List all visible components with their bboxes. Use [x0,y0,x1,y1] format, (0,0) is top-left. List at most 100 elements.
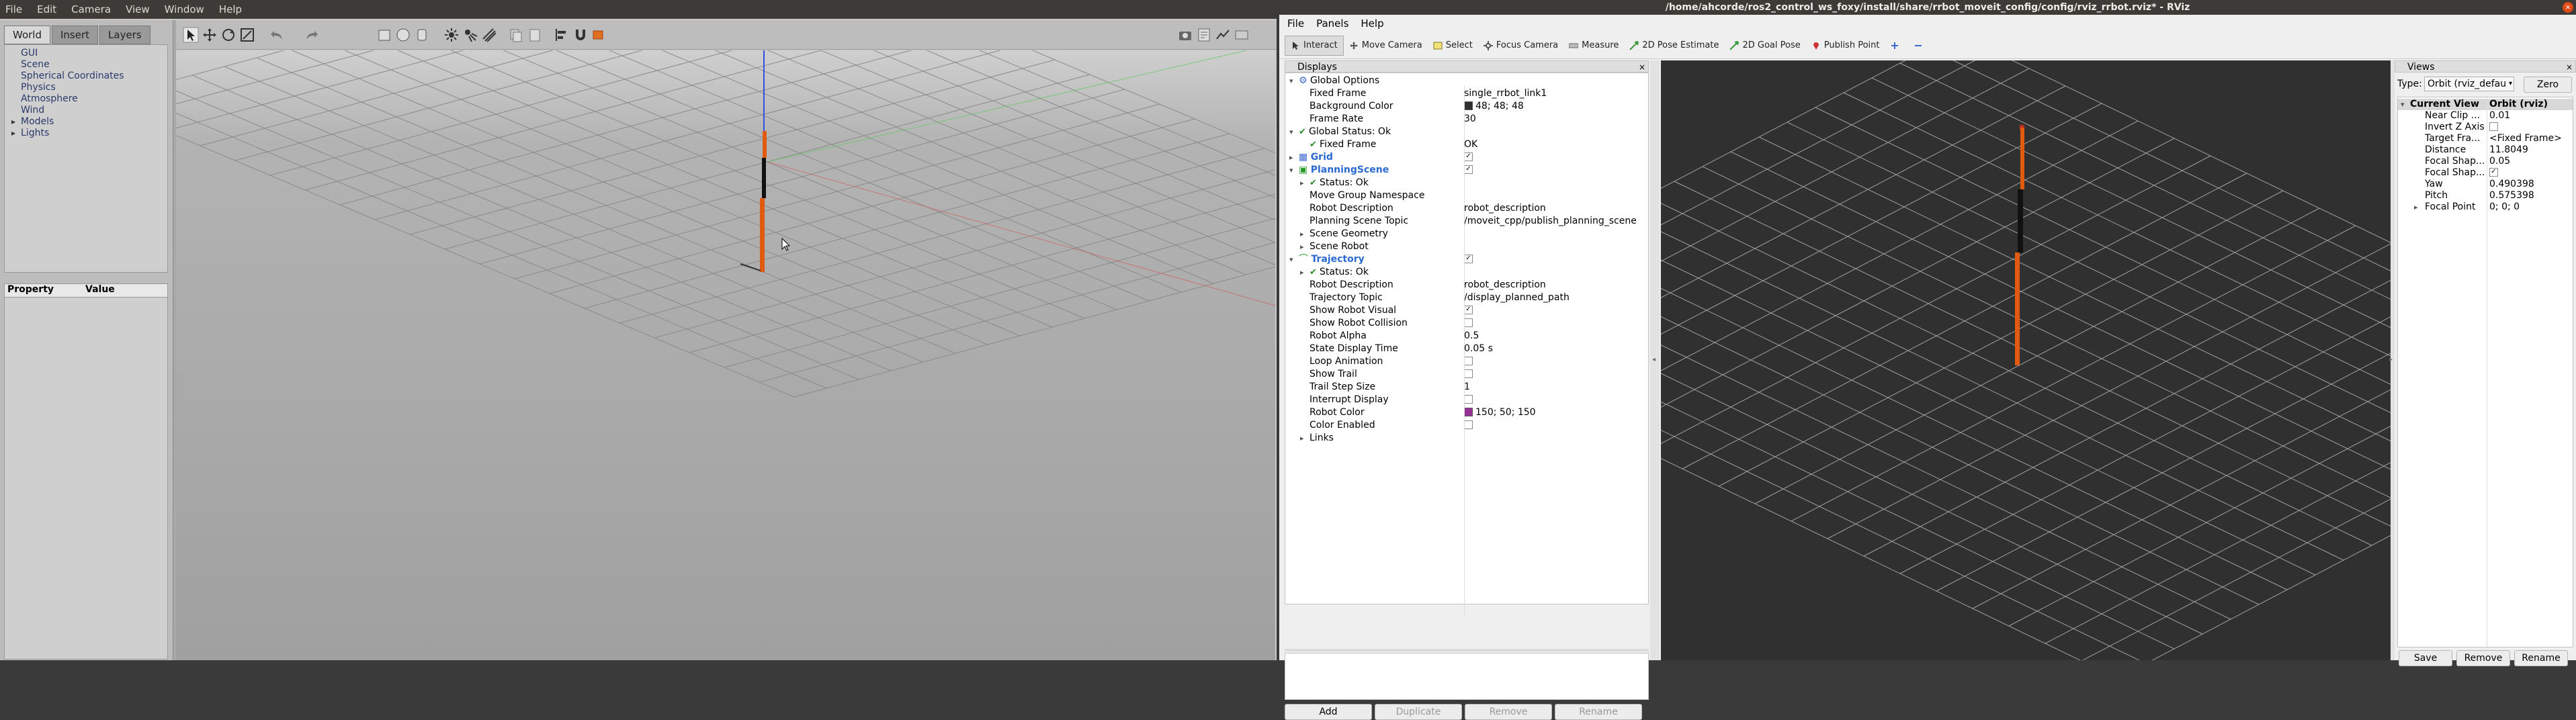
display-row[interactable]: Fixed Frame single_rrbot_link1 [1285,87,1648,100]
current-view-row[interactable]: ▾ Current View Orbit (rviz) [2398,99,2573,110]
checkbox[interactable]: ✓ [1464,305,1473,314]
tab-layers[interactable]: Layers [99,26,151,44]
display-row[interactable]: ▾ ✔ Global Status: Ok [1285,126,1648,138]
checkbox[interactable]: ✓ [2489,167,2498,177]
expand-right-icon[interactable]: ▸ [1300,266,1304,279]
display-row[interactable]: Planning Scene Topic/moveit_cpp/publish_… [1285,215,1648,228]
sphere-shape-icon[interactable] [395,27,411,43]
tree-item-physics[interactable]: Physics [21,82,167,93]
view-property-row[interactable]: Focal Shap... 0.05 [2398,156,2573,167]
checkbox[interactable] [1464,369,1473,378]
tool-interact[interactable]: Interact [1285,35,1344,56]
expand-down-icon[interactable]: ▾ [1289,164,1293,177]
menu-help[interactable]: Help [219,3,242,15]
checkbox[interactable] [1464,318,1473,327]
add-display-button[interactable]: Add [1285,704,1372,720]
tree-item-wind[interactable]: Wind [21,105,167,116]
display-row[interactable]: ▾ ▣ PlanningScene ✓ [1285,164,1648,177]
display-row-value[interactable]: ✓ [1464,304,1475,317]
checkbox[interactable]: ✓ [1464,165,1473,174]
display-row-value[interactable]: ✓ [1464,151,1475,164]
display-row-value[interactable]: 0.05 s [1464,343,1493,355]
expand-down-icon[interactable]: ▾ [1289,75,1293,87]
tree-item-spherical-coordinates[interactable]: Spherical Coordinates [21,71,167,82]
expand-right-icon[interactable]: ▸ [1300,228,1304,240]
tree-item-models[interactable]: Models [11,116,167,128]
display-row[interactable]: Trajectory Topic/display_planned_path [1285,291,1648,304]
change-view-icon[interactable] [591,27,607,43]
tree-item-gui[interactable]: GUI [21,48,167,59]
display-row[interactable]: Background Color 48; 48; 48 [1285,100,1648,113]
expand-right-icon[interactable]: ▸ [1300,177,1304,189]
menu-panels[interactable]: Panels [1316,17,1348,30]
menu-view[interactable]: View [126,3,150,15]
display-row-value[interactable]: OK [1464,138,1477,151]
paste-icon[interactable] [527,27,543,43]
expand-right-icon[interactable]: ▸ [2414,201,2418,213]
tree-item-lights[interactable]: Lights [11,128,167,139]
scale-mode-icon[interactable] [239,27,255,43]
display-row[interactable]: Color Enabled [1285,419,1648,432]
display-row[interactable]: ▸ Scene Robot [1285,240,1648,253]
display-row-value[interactable] [1464,355,1475,368]
remove-tool-button[interactable] [1908,36,1932,55]
expand-right-icon[interactable]: ▸ [1300,240,1304,253]
display-row[interactable]: Interrupt Display [1285,394,1648,406]
display-row[interactable]: ▸ ▦ Grid ✓ [1285,151,1648,164]
display-row[interactable]: ▾ ⌒ Trajectory ✓ [1285,253,1648,266]
point-light-icon[interactable] [443,27,460,43]
view-property-value[interactable]: <Fixed Frame> [2489,133,2562,144]
view-property-value[interactable]: 11.8049 [2489,144,2528,156]
display-row-value[interactable]: 150; 50; 150 [1464,406,1536,419]
display-row[interactable]: State Display Time 0.05 s [1285,343,1648,355]
expand-right-icon[interactable]: ▸ [1289,151,1293,164]
duplicate-display-button[interactable]: Duplicate [1375,704,1462,720]
gazebo-3d-viewport[interactable] [176,50,1275,660]
display-row-value[interactable]: single_rrbot_link1 [1464,87,1547,100]
box-shape-icon[interactable] [376,27,392,43]
tool-publish-point[interactable]: Publish Point [1806,36,1885,55]
snap-icon[interactable] [572,27,589,43]
checkbox[interactable] [1464,394,1473,404]
remove-view-button[interactable]: Remove [2456,650,2510,666]
view-property-value[interactable]: ✓ [2489,167,2501,179]
tab-world[interactable]: World [4,26,50,44]
display-row-value[interactable]: 0.5 [1464,330,1479,343]
display-row-value[interactable]: robot_description [1464,202,1546,215]
display-row[interactable]: ✔ Fixed Frame OK [1285,138,1648,151]
display-row-value[interactable]: /moveit_cpp/publish_planning_scene [1464,215,1637,228]
color-swatch[interactable] [1464,101,1473,110]
display-row[interactable]: Frame Rate 30 [1285,113,1648,126]
tool-focus-camera[interactable]: Focus Camera [1478,36,1563,55]
add-tool-button[interactable] [1885,36,1908,55]
screenshot-icon[interactable] [1177,27,1193,43]
display-row-value[interactable] [1464,419,1475,432]
view-property-value[interactable] [2489,122,2501,133]
plot-icon[interactable] [1215,27,1231,43]
view-property-value[interactable]: 0; 0; 0 [2489,201,2520,213]
log-icon[interactable] [1196,27,1212,43]
display-row-value[interactable]: /display_planned_path [1464,291,1570,304]
view-property-row[interactable]: ▸ Focal Point 0; 0; 0 [2398,201,2573,213]
display-row[interactable]: ▸ Scene Geometry [1285,228,1648,240]
zero-view-button[interactable]: Zero [2524,77,2572,93]
window-close-icon[interactable]: × [2563,2,2573,13]
tab-insert[interactable]: Insert [52,26,99,44]
display-row[interactable]: Show Robot Collision [1285,317,1648,330]
tool-2d-pose-estimate[interactable]: 2D Pose Estimate [1624,36,1724,55]
view-property-row[interactable]: Near Clip ... 0.01 [2398,110,2573,122]
translate-mode-icon[interactable] [202,27,218,43]
rename-view-button[interactable]: Rename [2514,650,2568,666]
checkbox[interactable]: ✓ [1464,152,1473,161]
tree-item-scene[interactable]: Scene [21,59,167,71]
expand-right-icon[interactable]: ▸ [1300,432,1304,445]
display-row[interactable]: ▸ ✔ Status: Ok [1285,177,1648,189]
select-mode-icon[interactable] [183,27,199,43]
display-row[interactable]: ▾ ⚙ Global Options [1285,75,1648,87]
view-property-row[interactable]: Distance 11.8049 [2398,144,2573,156]
display-row-value[interactable]: 30 [1464,113,1476,126]
align-icon[interactable] [554,27,570,43]
view-property-row[interactable]: Target Fra... <Fixed Frame> [2398,133,2573,144]
rviz-3d-viewport[interactable] [1661,60,2391,660]
tool-2d-goal-pose[interactable]: 2D Goal Pose [1724,36,1805,55]
